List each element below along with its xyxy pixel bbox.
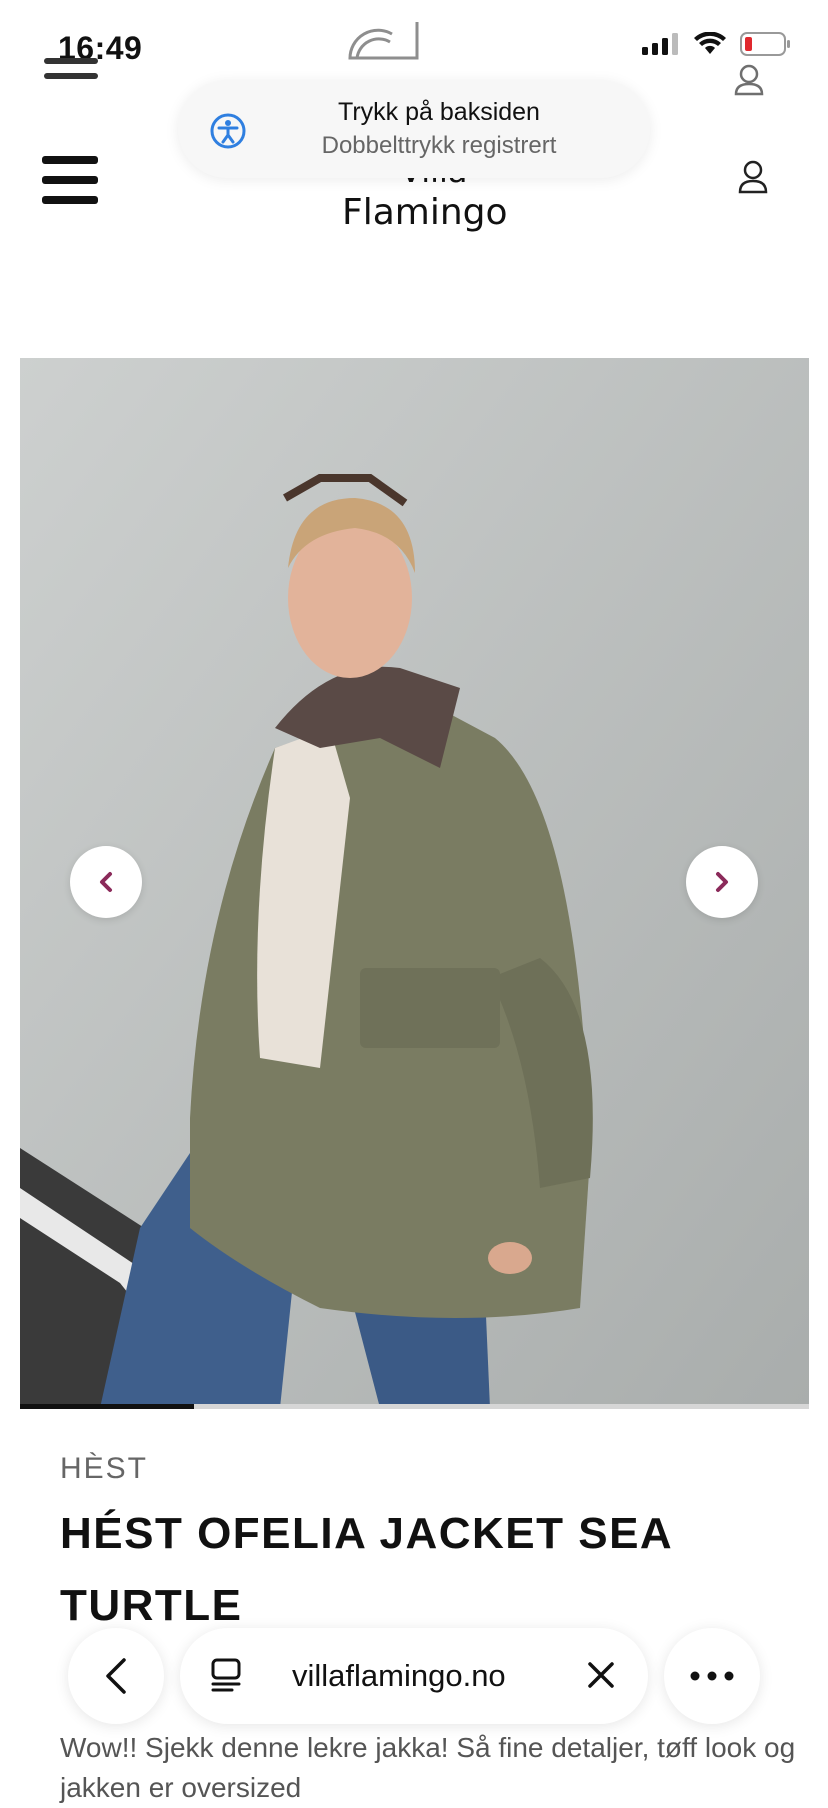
toast-notification: Trykk på baksiden Dobbelttrykk registrer… (178, 80, 650, 178)
toast-title: Trykk på baksiden (338, 98, 540, 126)
cellular-signal-icon (642, 33, 678, 55)
address-bar[interactable]: villaflamingo.no (180, 1628, 648, 1724)
menu-icon[interactable] (42, 156, 98, 204)
wifi-icon (694, 32, 726, 54)
address-bar-url: villaflamingo.no (292, 1658, 506, 1693)
user-account-icon[interactable] (738, 160, 768, 194)
ghost-menu-icon (44, 58, 98, 88)
toast-subtitle: Dobbelttrykk registrert (321, 132, 557, 159)
chevron-left-icon (100, 872, 112, 892)
next-image-button[interactable] (686, 846, 758, 918)
more-options-button[interactable] (664, 1628, 760, 1724)
ghost-user-icon (734, 64, 764, 96)
ellipsis-icon (690, 1671, 734, 1681)
chevron-left-icon (106, 1658, 126, 1694)
chevron-right-icon (716, 872, 728, 892)
status-icons (642, 32, 792, 56)
product-title: HÉST OFELIA JACKET SEA TURTLE (60, 1509, 672, 1630)
browser-back-button[interactable] (68, 1628, 164, 1724)
previous-image-button[interactable] (70, 846, 142, 918)
logo-text-flamingo: Flamingo (342, 192, 508, 233)
product-brand[interactable]: HÈST (60, 1452, 148, 1486)
product-description: Wow!! Sjekk denne lekre jakka! Så fine d… (60, 1732, 796, 1803)
close-icon[interactable] (582, 1656, 620, 1694)
tab-overview-icon (211, 1658, 241, 1692)
gallery-progress-indicator (20, 1404, 194, 1409)
battery-icon (740, 32, 790, 56)
ghost-logo-icon (348, 22, 419, 60)
